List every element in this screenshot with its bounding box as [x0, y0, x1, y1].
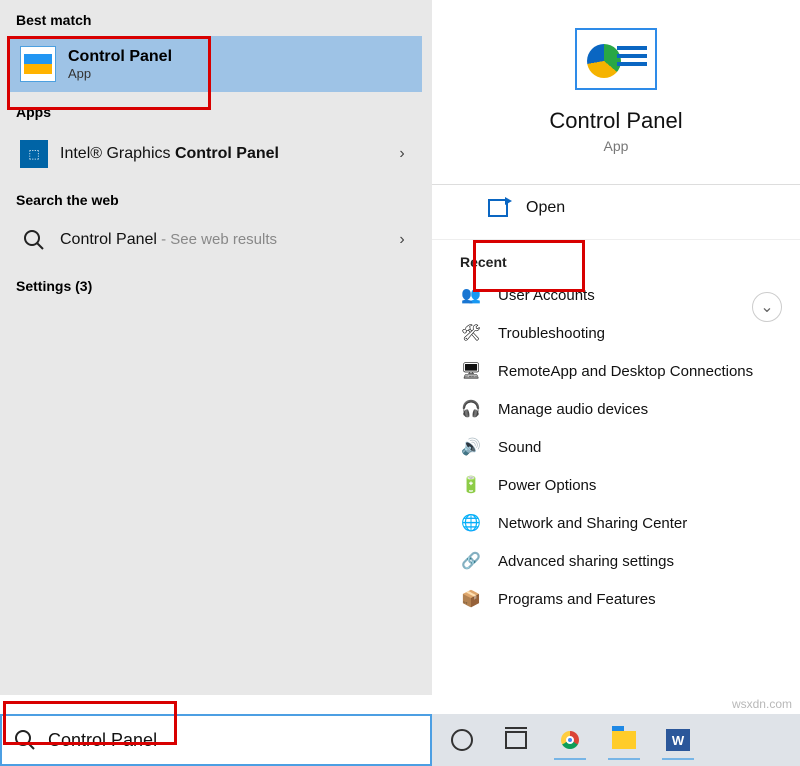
task-view-icon[interactable] — [494, 720, 538, 760]
network-icon: 🌐 — [460, 512, 482, 534]
remoteapp-icon: 🖥 — [460, 360, 482, 382]
best-match-sub: App — [68, 66, 412, 81]
expand-button[interactable]: ⌄ — [752, 292, 782, 322]
recent-label: User Accounts — [498, 287, 595, 304]
search-icon — [20, 226, 48, 254]
apps-header: Apps — [0, 92, 432, 128]
open-icon — [488, 199, 508, 217]
control-panel-large-icon — [575, 28, 657, 90]
control-panel-icon — [20, 46, 56, 82]
best-match-title: Control Panel — [68, 48, 412, 66]
search-icon — [14, 729, 36, 751]
web-search-extra: - See web results — [157, 231, 277, 248]
app-title: Control Panel — [432, 108, 800, 134]
recent-label: Sound — [498, 439, 541, 456]
app-hero: Control Panel App — [432, 0, 800, 168]
recent-label: Programs and Features — [498, 591, 656, 608]
chrome-icon[interactable] — [548, 720, 592, 760]
settings-header[interactable]: Settings (3) — [0, 264, 432, 308]
recent-item-user-accounts[interactable]: 👥 User Accounts — [450, 276, 782, 314]
web-search-item[interactable]: Control Panel - See web results › — [10, 216, 422, 264]
sound-icon: 🔊 — [460, 436, 482, 458]
recent-list: 👥 User Accounts 🛠 Troubleshooting 🖥 RemoteA… — [432, 274, 800, 620]
open-label: Open — [526, 199, 565, 217]
file-explorer-icon[interactable] — [602, 720, 646, 760]
recent-label: Troubleshooting — [498, 325, 605, 342]
search-results-pane: Best match Control Panel App Apps ⬚ Inte… — [0, 0, 432, 695]
recent-label: Advanced sharing settings — [498, 553, 674, 570]
cortana-icon[interactable] — [440, 720, 484, 760]
intel-graphics-icon: ⬚ — [20, 140, 48, 168]
best-match-text: Control Panel App — [68, 48, 412, 81]
power-icon: 🔋 — [460, 474, 482, 496]
recent-item-audio[interactable]: 🎧 Manage audio devices — [450, 390, 782, 428]
chevron-right-icon[interactable]: › — [392, 145, 412, 163]
recent-item-power[interactable]: 🔋 Power Options — [450, 466, 782, 504]
app-item-intel-graphics[interactable]: ⬚ Intel® Graphics Control Panel › — [10, 128, 422, 180]
open-button[interactable]: Open — [432, 185, 800, 231]
web-search-label: Control Panel - See web results — [60, 231, 380, 249]
recent-item-network[interactable]: 🌐 Network and Sharing Center — [450, 504, 782, 542]
recent-label: RemoteApp and Desktop Connections — [498, 363, 753, 380]
app-label-prefix: Intel® Graphics — [60, 145, 175, 162]
app-subtitle: App — [432, 138, 800, 154]
user-accounts-icon: 👥 — [460, 284, 482, 306]
recent-label: Manage audio devices — [498, 401, 648, 418]
search-input[interactable] — [48, 730, 418, 751]
app-label: Intel® Graphics Control Panel — [60, 145, 380, 163]
recent-item-sound[interactable]: 🔊 Sound — [450, 428, 782, 466]
best-match-item[interactable]: Control Panel App — [10, 36, 422, 92]
watermark: wsxdn.com — [732, 697, 792, 711]
recent-label: Network and Sharing Center — [498, 515, 687, 532]
programs-icon: 📦 — [460, 588, 482, 610]
taskbar: W — [432, 714, 800, 766]
web-search-term: Control Panel — [60, 231, 157, 248]
word-icon[interactable]: W — [656, 720, 700, 760]
web-header: Search the web — [0, 180, 432, 216]
recent-item-troubleshooting[interactable]: 🛠 Troubleshooting — [450, 314, 782, 352]
best-match-header: Best match — [0, 0, 432, 36]
recent-item-sharing[interactable]: 🔗 Advanced sharing settings — [450, 542, 782, 580]
sharing-icon: 🔗 — [460, 550, 482, 572]
recent-item-programs[interactable]: 📦 Programs and Features — [450, 580, 782, 618]
details-pane: Control Panel App Open ⌄ Recent 👥 User Ac… — [432, 0, 800, 695]
recent-label: Power Options — [498, 477, 596, 494]
app-label-bold: Control Panel — [175, 145, 279, 162]
search-box[interactable] — [0, 714, 432, 766]
troubleshooting-icon: 🛠 — [460, 322, 482, 344]
audio-icon: 🎧 — [460, 398, 482, 420]
chevron-right-icon[interactable]: › — [392, 231, 412, 249]
recent-item-remoteapp[interactable]: 🖥 RemoteApp and Desktop Connections — [450, 352, 782, 390]
recent-header: Recent — [432, 240, 800, 274]
